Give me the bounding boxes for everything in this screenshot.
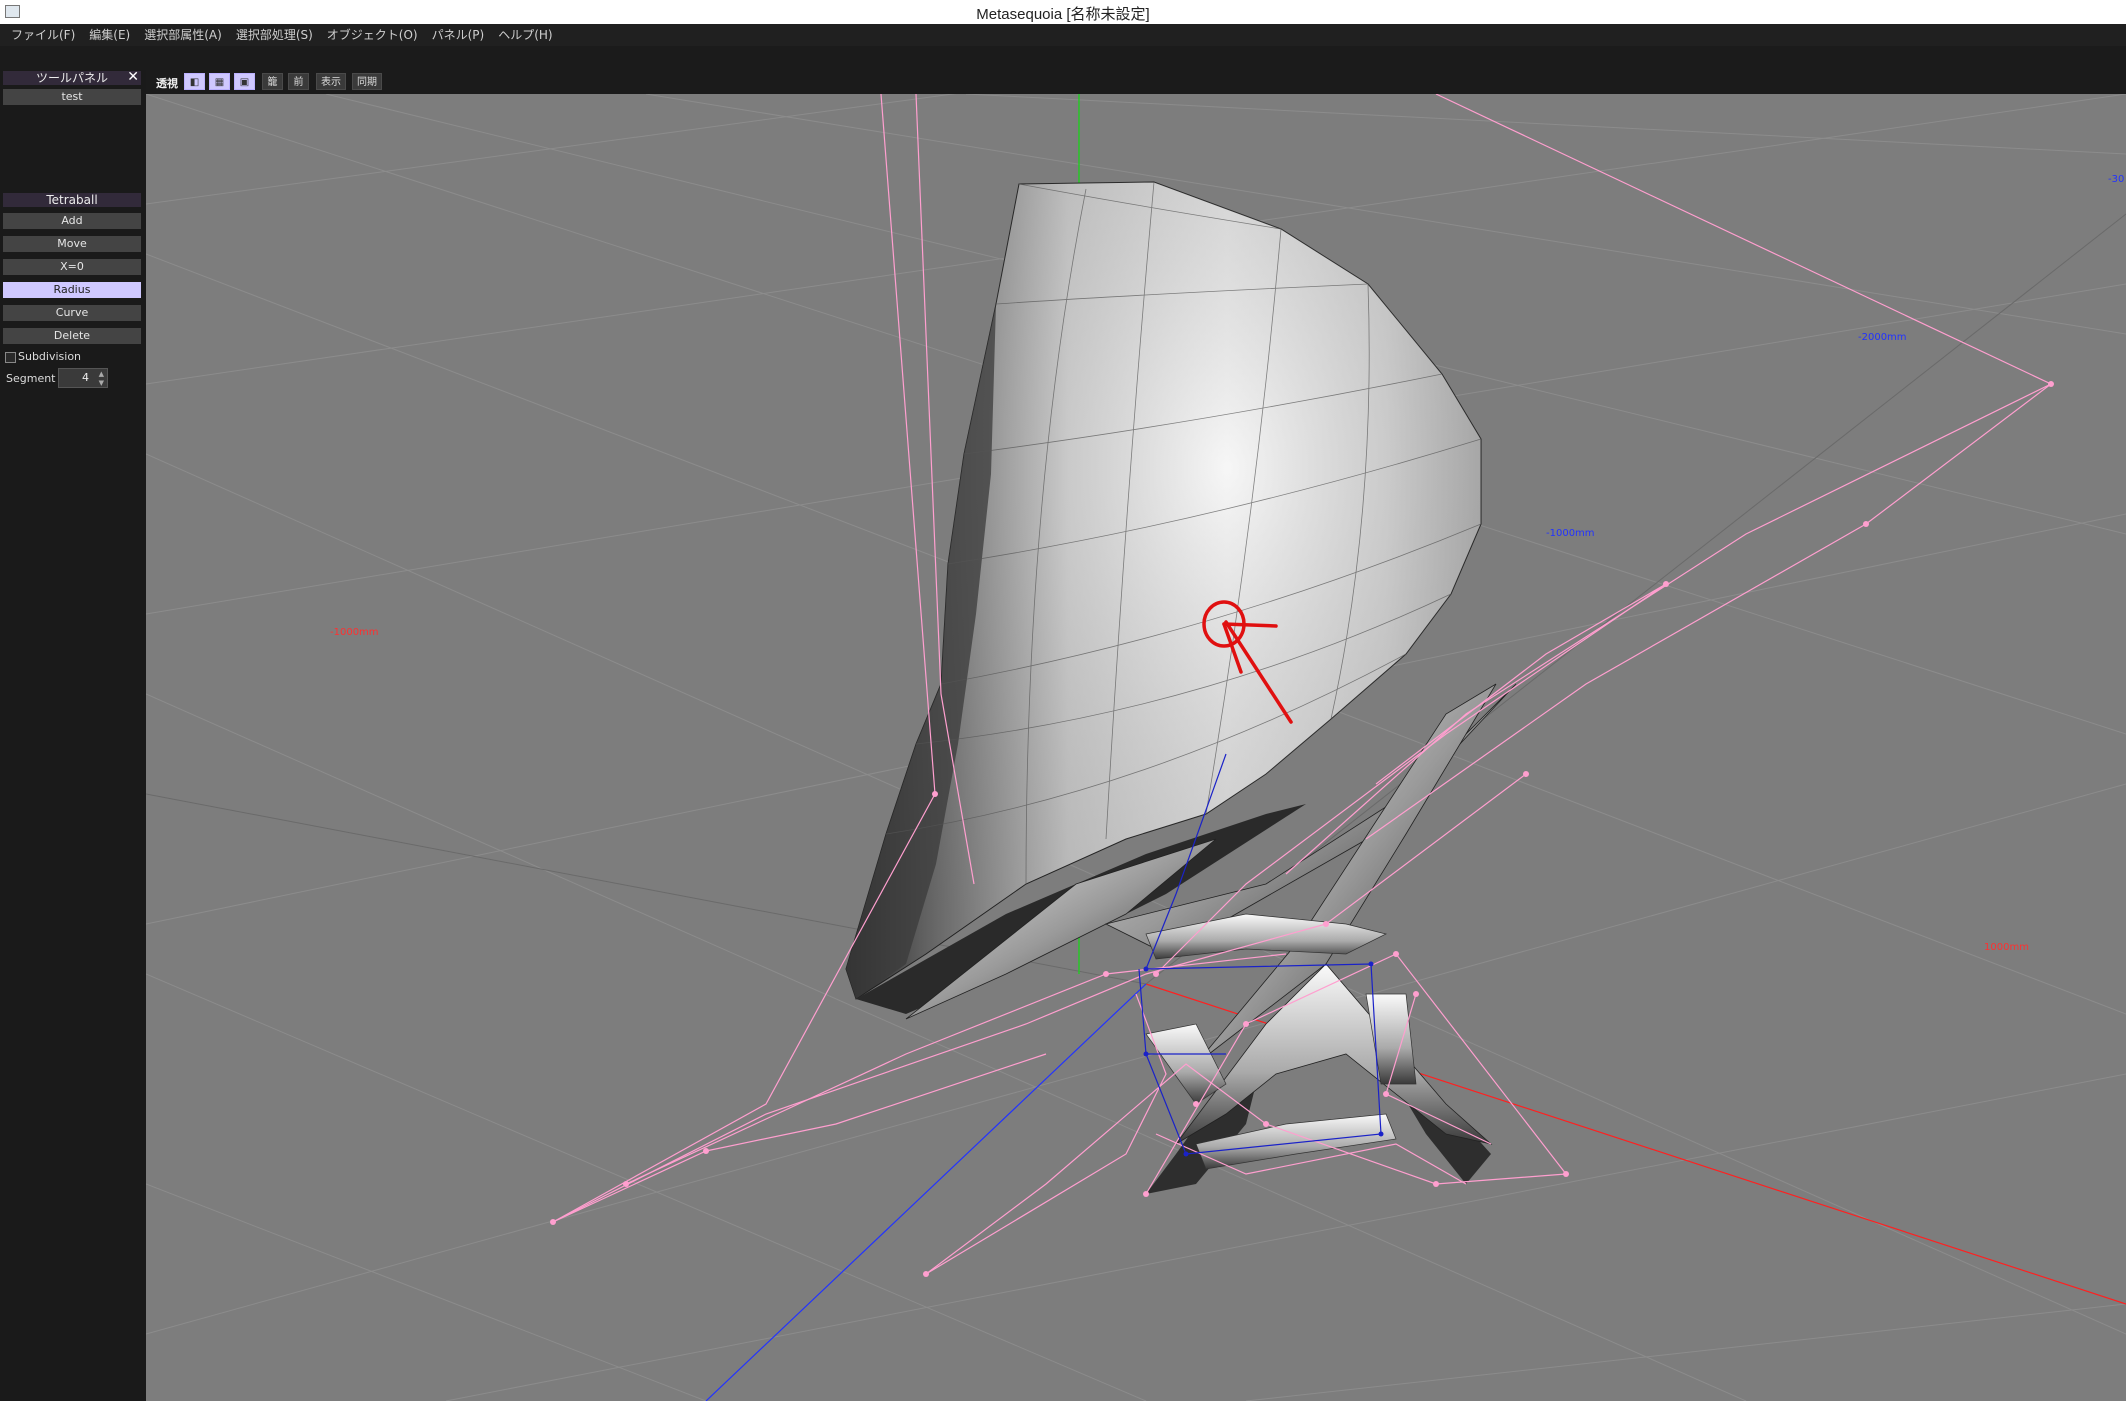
menu-object[interactable]: オブジェクト(O) — [320, 25, 425, 45]
tool-panel-title: ツールパネル — [35, 71, 108, 85]
stepper-up-icon[interactable]: ▲ — [99, 370, 104, 378]
front-button[interactable]: 前 — [288, 73, 309, 90]
z-label-2: -2000mm — [1858, 332, 1907, 343]
menu-selection-attributes[interactable]: 選択部属性(A) — [137, 25, 229, 45]
z-label-3: -30 — [2108, 174, 2125, 185]
menu-file[interactable]: ファイル(F) — [4, 25, 82, 45]
subdivision-checkbox[interactable] — [5, 352, 16, 363]
stepper-down-icon[interactable]: ▼ — [99, 379, 104, 387]
x-zero-button[interactable]: X=0 — [3, 259, 141, 275]
cage-button[interactable]: 籠 — [262, 73, 283, 90]
close-icon[interactable]: ✕ — [127, 70, 139, 84]
radius-button[interactable]: Radius — [3, 282, 141, 298]
tetraball-panel-header: Tetraball — [3, 193, 141, 207]
x-neg-label: -1000mm — [330, 627, 379, 638]
menu-help[interactable]: ヘルプ(H) — [491, 25, 559, 45]
z-label-1: -1000mm — [1546, 528, 1595, 539]
x-pos-label: 1000mm — [1984, 942, 2029, 953]
view-mode-wire-icon[interactable]: ▦ — [209, 73, 230, 90]
projection-label: 透視 — [156, 77, 178, 90]
viewport-canvas[interactable] — [146, 94, 2126, 1401]
menu-selection-process[interactable]: 選択部処理(S) — [229, 25, 320, 45]
3d-viewport[interactable]: -1000mm 1000mm -1000mm -2000mm -30 — [146, 94, 2126, 1401]
view-mode-face-icon[interactable]: ▣ — [234, 73, 255, 90]
add-button[interactable]: Add — [3, 213, 141, 229]
segment-stepper[interactable]: 4 ▲ ▼ — [58, 368, 108, 388]
segment-value: 4 — [82, 371, 89, 384]
tool-panel-header: ツールパネル ✕ — [3, 70, 141, 85]
curve-button[interactable]: Curve — [3, 305, 141, 321]
window-title: Metasequoia [名称未設定] — [976, 6, 1150, 23]
display-button[interactable]: 表示 — [316, 73, 346, 90]
sync-button[interactable]: 同期 — [352, 73, 382, 90]
segment-label: Segment — [6, 372, 56, 385]
tetraball-panel-title: Tetraball — [46, 193, 98, 207]
tool-panel: ツールパネル ✕ test Tetraball Add Move X=0 Rad… — [0, 70, 148, 1401]
toolbar-strip — [0, 46, 2126, 70]
delete-button[interactable]: Delete — [3, 328, 141, 344]
menu-edit[interactable]: 編集(E) — [82, 25, 137, 45]
move-button[interactable]: Move — [3, 236, 141, 252]
menu-panel[interactable]: パネル(P) — [425, 25, 492, 45]
tetraball-model[interactable] — [845, 181, 1517, 1194]
viewport-toolbar: 透視 ◧ ▦ ▣ 籠 前 表示 同期 — [146, 70, 2126, 94]
menu-bar: ファイル(F) 編集(E) 選択部属性(A) 選択部処理(S) オブジェクト(O… — [0, 24, 2126, 46]
subdivision-label: Subdivision — [18, 350, 82, 363]
view-mode-point-icon[interactable]: ◧ — [184, 73, 205, 90]
title-bar: Metasequoia [名称未設定] — [0, 0, 2126, 24]
tool-item-test[interactable]: test — [3, 89, 141, 105]
